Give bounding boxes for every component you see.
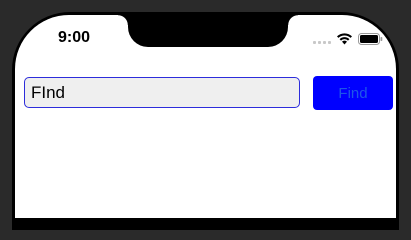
wifi-icon: [336, 32, 353, 45]
find-button[interactable]: Find: [313, 76, 393, 110]
signal-icon: [313, 32, 331, 44]
device-notch: [118, 15, 298, 47]
status-icons: [313, 32, 385, 46]
app-screen: 9:00 FInd Find: [15, 15, 396, 218]
device-frame: 9:00 FInd Find: [0, 0, 411, 230]
battery-icon: [358, 32, 383, 45]
search-input[interactable]: [24, 77, 300, 108]
status-time: 9:00: [57, 29, 91, 46]
